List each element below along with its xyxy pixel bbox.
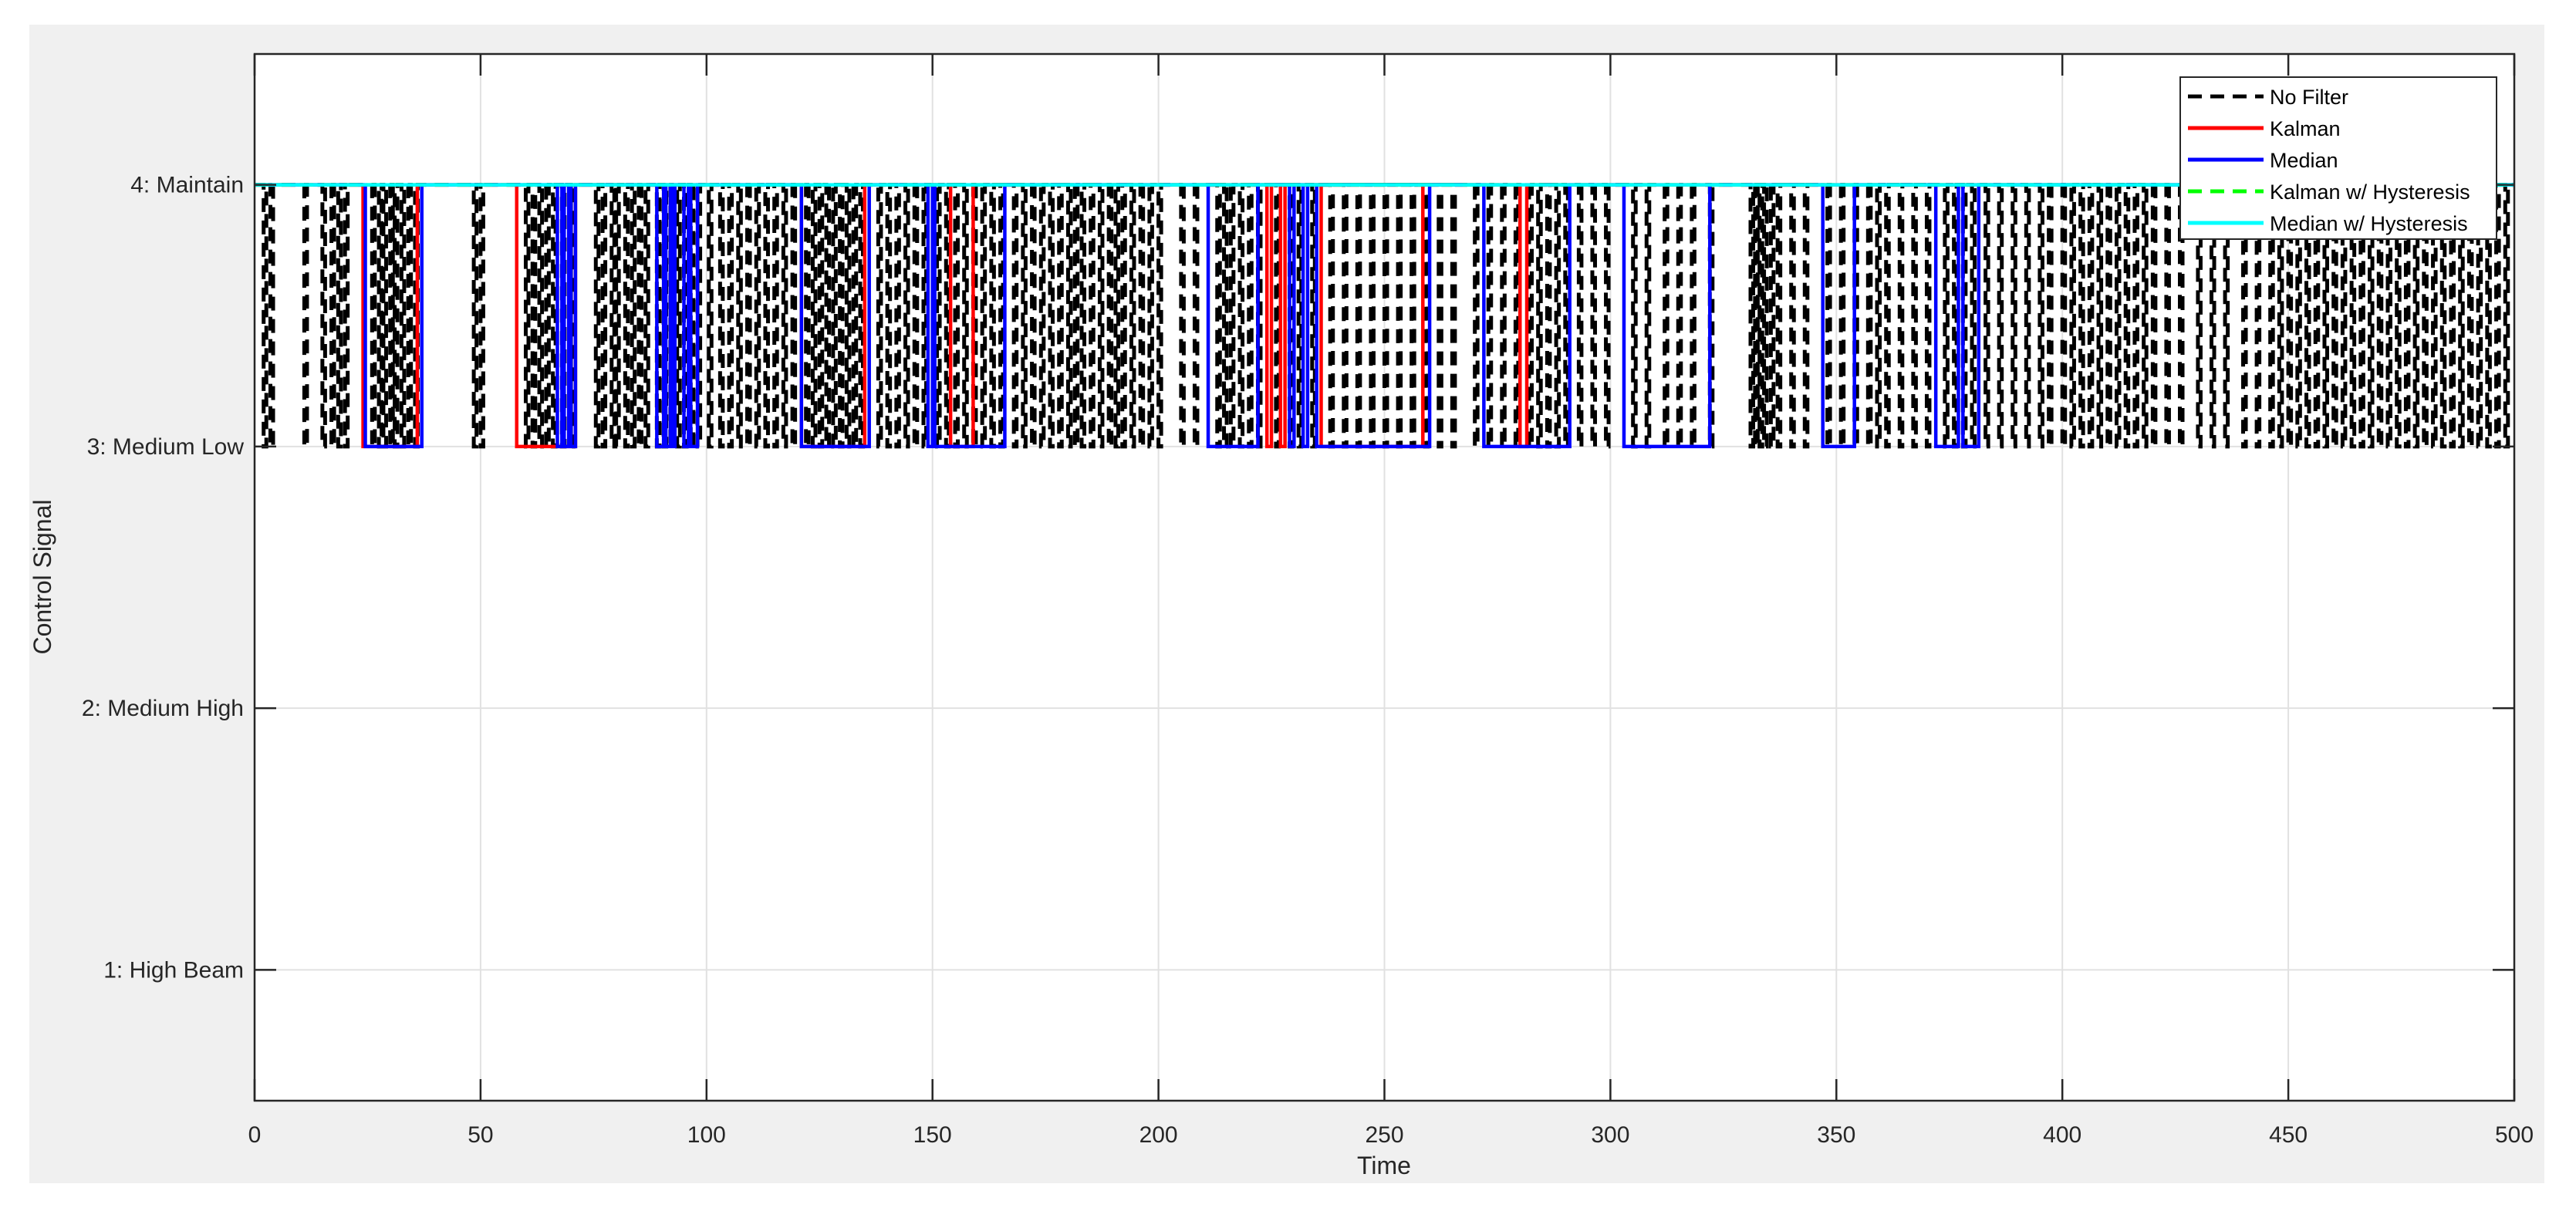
x-tick-label: 350 [1817, 1122, 1855, 1148]
x-tick-label: 500 [2495, 1122, 2534, 1148]
y-tick-label: 3: Medium Low [87, 434, 245, 460]
x-tick-label: 200 [1139, 1122, 1178, 1148]
legend-label: Median w/ Hysteresis [2270, 212, 2468, 235]
x-tick-label: 0 [248, 1122, 262, 1148]
x-tick-label: 100 [687, 1122, 726, 1148]
legend-label: Median [2270, 149, 2338, 172]
x-tick-label: 300 [1591, 1122, 1629, 1148]
legend[interactable]: No Filter Kalman Median Kalman w/ Hysteresi… [2179, 76, 2497, 240]
y-tick-label: 1: High Beam [103, 957, 244, 983]
x-tick-label: 150 [913, 1122, 952, 1148]
x-tick-label: 250 [1365, 1122, 1403, 1148]
legend-label: Kalman [2270, 117, 2341, 140]
legend-label: No Filter [2270, 86, 2348, 109]
y-tick-label: 2: Medium High [82, 696, 244, 721]
chart: 0 50 100 150 200 250 300 350 400 450 500 1: High Be… [29, 25, 2544, 1183]
x-axis-label: Time [1357, 1152, 1411, 1179]
x-tick-label: 450 [2269, 1122, 2308, 1148]
y-axis-label: Control Signal [29, 500, 56, 655]
x-tick-label: 400 [2043, 1122, 2081, 1148]
legend-label: Kalman w/ Hysteresis [2270, 180, 2470, 204]
y-tick-label: 4: Maintain [130, 173, 244, 198]
x-tick-label: 50 [468, 1122, 493, 1148]
